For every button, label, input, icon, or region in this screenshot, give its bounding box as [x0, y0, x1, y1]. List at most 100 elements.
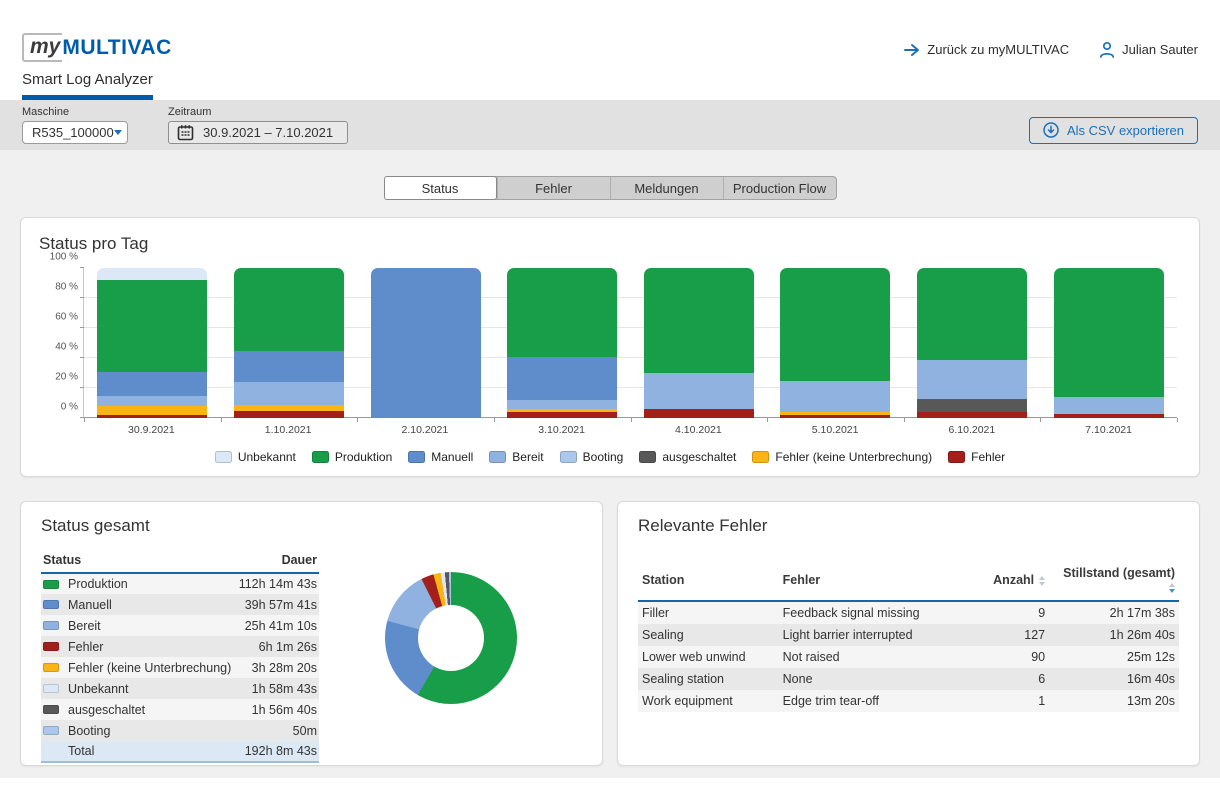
legend-item-fehler[interactable]: Fehler: [948, 450, 1005, 464]
bar-segment-bereit[interactable]: [234, 382, 344, 405]
view-tab-status[interactable]: Status: [384, 176, 497, 200]
bar-segment-produktion[interactable]: [97, 280, 207, 372]
stacked-bar-30.9.2021[interactable]: [97, 268, 207, 418]
legend-item-ausgeschaltet[interactable]: ausgeschaltet: [639, 450, 736, 464]
x-axis-label: 2.10.2021: [357, 424, 494, 436]
bar-segment-fehler[interactable]: [644, 409, 754, 418]
status-name: Manuell: [68, 598, 112, 612]
y-tick-label: 60 %: [36, 312, 78, 323]
bar-slot: [357, 268, 494, 418]
station-col-header[interactable]: Station: [638, 562, 779, 601]
status-name: Fehler: [68, 640, 103, 654]
back-to-mymultivac-link[interactable]: Zurück zu myMULTIVAC: [904, 42, 1069, 57]
logo-my-text: my: [22, 33, 62, 62]
main-content: StatusFehlerMeldungenProduction Flow Sta…: [0, 150, 1220, 778]
bar-segment-produktion[interactable]: [780, 268, 890, 381]
bar-segment-fehler[interactable]: [1054, 414, 1164, 419]
stacked-bar-7.10.2021[interactable]: [1054, 268, 1164, 418]
bar-segment-produktion[interactable]: [234, 268, 344, 351]
x-axis-label: 1.10.2021: [220, 424, 357, 436]
stacked-bar-6.10.2021[interactable]: [917, 268, 1027, 418]
bar-segment-produktion[interactable]: [917, 268, 1027, 360]
bar-slot: [84, 268, 221, 418]
bar-segment-manuell[interactable]: [97, 372, 207, 396]
view-tab-meldungen[interactable]: Meldungen: [610, 177, 723, 199]
stillstand-value: 2h 17m 38s: [1049, 601, 1179, 624]
stacked-bar-2.10.2021[interactable]: [371, 268, 481, 418]
bar-slot: [631, 268, 768, 418]
fehler-col-header[interactable]: Fehler: [779, 562, 968, 601]
sort-icon-stillstand[interactable]: [1169, 583, 1175, 593]
bar-segment-bereit[interactable]: [507, 400, 617, 409]
export-csv-button[interactable]: Als CSV exportieren: [1029, 117, 1198, 144]
view-tab-production-flow[interactable]: Production Flow: [723, 177, 836, 199]
status-gesamt-panel: Status gesamt Status Dauer Produktion112…: [20, 501, 603, 766]
status-swatch: [43, 705, 59, 714]
legend-item-unbekannt[interactable]: Unbekannt: [215, 450, 296, 464]
legend-item-booting[interactable]: Booting: [560, 450, 624, 464]
legend-swatch: [948, 451, 965, 463]
machine-select[interactable]: R535_100000: [22, 121, 128, 144]
y-tick-label: 100 %: [36, 252, 78, 263]
daterange-input[interactable]: 30.9.2021 – 7.10.2021: [168, 121, 348, 144]
tab-smart-log-analyzer[interactable]: Smart Log Analyzer: [22, 71, 153, 100]
bar-segment-fehler[interactable]: [780, 415, 890, 418]
bar-segment-fehler-keine-unterbrechung-[interactable]: [97, 406, 207, 415]
bar-segment-produktion[interactable]: [507, 268, 617, 357]
bar-segment-fehler[interactable]: [97, 415, 207, 418]
legend-item-manuell[interactable]: Manuell: [408, 450, 473, 464]
stillstand-value: 16m 40s: [1049, 668, 1179, 690]
bar-segment-fehler[interactable]: [917, 412, 1027, 418]
bar-segment-produktion[interactable]: [1054, 268, 1164, 397]
anzahl-value: 90: [968, 646, 1049, 668]
bar-segment-bereit[interactable]: [780, 381, 890, 413]
bar-segment-unbekannt[interactable]: [97, 268, 207, 280]
stacked-bar-1.10.2021[interactable]: [234, 268, 344, 418]
stillstand-col-header[interactable]: Stillstand (gesamt): [1049, 562, 1179, 601]
chevron-down-icon: [114, 130, 122, 135]
anzahl-col-header[interactable]: Anzahl: [968, 562, 1049, 601]
status-swatch: [43, 580, 59, 589]
stacked-bar-3.10.2021[interactable]: [507, 268, 617, 418]
legend-item-bereit[interactable]: Bereit: [489, 450, 543, 464]
status-name: Booting: [68, 724, 110, 738]
status-total-row: Total192h 8m 43s: [41, 741, 319, 762]
relevante-fehler-title: Relevante Fehler: [638, 516, 1179, 536]
legend-label: Bereit: [512, 450, 543, 464]
bar-segment-bereit[interactable]: [917, 360, 1027, 399]
legend-label: ausgeschaltet: [662, 450, 736, 464]
calendar-icon: [177, 124, 194, 141]
user-menu[interactable]: Julian Sauter: [1099, 41, 1198, 58]
legend-label: Booting: [583, 450, 624, 464]
legend-swatch: [408, 451, 425, 463]
anzahl-value: 9: [968, 601, 1049, 624]
view-tab-fehler[interactable]: Fehler: [497, 177, 610, 199]
status-row-bereit: Bereit25h 41m 10s: [41, 615, 319, 636]
bar-segment-manuell[interactable]: [234, 351, 344, 383]
bar-segment-bereit[interactable]: [97, 396, 207, 407]
logo-brand-text: MULTIVAC: [62, 36, 171, 60]
legend-item-fehler-keine-unterbrechung-[interactable]: Fehler (keine Unterbrechung): [752, 450, 932, 464]
status-row-ausgeschaltet: ausgeschaltet1h 56m 40s: [41, 699, 319, 720]
legend-item-produktion[interactable]: Produktion: [312, 450, 392, 464]
sort-icon-anzahl[interactable]: [1039, 576, 1045, 586]
status-donut-chart[interactable]: [385, 572, 517, 704]
status-swatch: [43, 684, 59, 693]
bar-segment-fehler[interactable]: [234, 411, 344, 419]
stacked-bar-5.10.2021[interactable]: [780, 268, 890, 418]
legend-label: Manuell: [431, 450, 473, 464]
bar-segment-ausgeschaltet[interactable]: [917, 399, 1027, 413]
anzahl-value: 1: [968, 690, 1049, 712]
bar-segment-bereit[interactable]: [644, 373, 754, 409]
x-axis-label: 5.10.2021: [767, 424, 904, 436]
status-duration: 6h 1m 26s: [236, 636, 319, 657]
bar-segment-manuell[interactable]: [371, 268, 481, 418]
brand-logo[interactable]: myMULTIVAC: [22, 33, 172, 62]
bar-segment-fehler[interactable]: [507, 412, 617, 418]
bar-segment-produktion[interactable]: [644, 268, 754, 373]
stacked-bar-4.10.2021[interactable]: [644, 268, 754, 418]
status-duration: 1h 58m 43s: [236, 678, 319, 699]
bar-segment-manuell[interactable]: [507, 357, 617, 401]
bar-segment-bereit[interactable]: [1054, 397, 1164, 414]
status-swatch: [43, 642, 59, 651]
